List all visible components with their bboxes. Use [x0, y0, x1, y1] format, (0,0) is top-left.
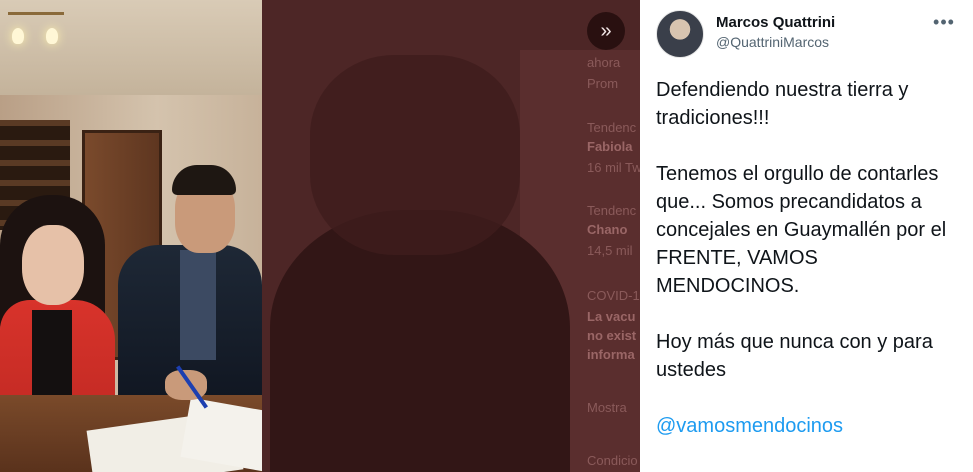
photo-lamp [8, 12, 64, 26]
tweet-text: Defendiendo nuestra tierra y tradiciones… [656, 76, 957, 440]
ghost-text: La vacu [587, 309, 636, 324]
ghost-text: no exist [587, 328, 637, 343]
ghost-text: Chano [587, 222, 628, 237]
toggle-panel-button[interactable]: » [587, 12, 625, 50]
ghost-text: Fabiola [587, 139, 633, 154]
tweet-paragraph: Tenemos el orgullo de contarles que... S… [656, 163, 947, 297]
photo-woman-face [22, 225, 84, 305]
photo-bulb [12, 28, 24, 44]
photo-man-hair [172, 165, 236, 195]
more-options-icon[interactable]: ••• [931, 10, 957, 32]
ghost-text: Condicio [587, 453, 638, 468]
author-names: Marcos Quattrini @QuattriniMarcos [716, 10, 931, 52]
ghost-text: Mostra [587, 400, 627, 415]
ghost-text: ahora [587, 55, 621, 70]
ghost-text: Tendenc [587, 120, 637, 135]
backdrop-figure-head [310, 55, 520, 255]
ghost-text: informa [587, 347, 635, 362]
mention-link[interactable]: @vamosmendocinos [656, 412, 957, 440]
chevron-double-right-icon: » [600, 19, 612, 42]
ghost-text: 14,5 mil [587, 243, 633, 258]
photo-woman-top [32, 310, 72, 400]
tweet-paragraph: Hoy más que nunca con y para ustedes [656, 331, 933, 381]
ghost-text: COVID-19 [587, 288, 640, 303]
ghost-text: Tendenc [587, 203, 637, 218]
author-handle[interactable]: @QuattriniMarcos [716, 32, 931, 52]
tweet-header: Marcos Quattrini @QuattriniMarcos ••• [656, 10, 957, 66]
tweet-photo[interactable] [0, 0, 262, 472]
ghost-text: 16 mil Tw [587, 160, 640, 175]
photo-man-shirt [180, 250, 216, 360]
photo-bulb [46, 28, 58, 44]
ghost-text: Prom [587, 76, 619, 91]
tweet-panel: Marcos Quattrini @QuattriniMarcos ••• De… [640, 0, 973, 472]
media-viewer: ahora Prom Tendenc Fabiola 16 mil Tw Ten… [0, 0, 640, 472]
author-display-name[interactable]: Marcos Quattrini [716, 14, 931, 32]
tweet-paragraph: Defendiendo nuestra tierra y tradiciones… [656, 79, 909, 129]
avatar[interactable] [656, 10, 704, 58]
